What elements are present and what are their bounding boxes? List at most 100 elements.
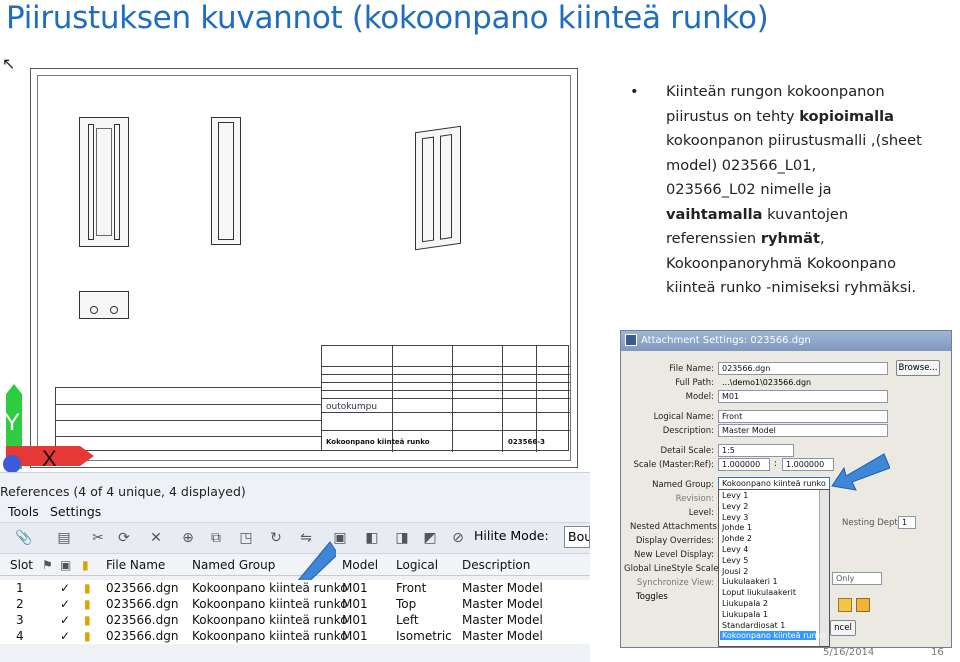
description-label: Description:: [662, 426, 714, 436]
sync-view-select[interactable]: Only: [832, 572, 882, 585]
clip-mask-icon[interactable]: ◧: [362, 528, 382, 548]
hilite-mode-label: Hilite Mode:: [474, 528, 549, 543]
bullet-line: kokoonpanon piirustusmalli ,(sheet: [666, 129, 922, 154]
cell-file: 023566.dgn: [106, 613, 179, 627]
model-label: Model:: [685, 392, 714, 402]
clip-front-icon[interactable]: ◨: [392, 528, 412, 548]
detail-scale-select[interactable]: 1:5: [718, 444, 794, 457]
titleblock-doc: 023566-3: [508, 438, 545, 446]
nesting-depth-field[interactable]: 1: [898, 516, 916, 529]
named-group-option[interactable]: Levy 5: [722, 556, 748, 565]
col-logical[interactable]: Logical: [396, 558, 438, 572]
bullet-line: 023566_L02 nimelle ja: [666, 178, 832, 203]
clip-back-icon[interactable]: ◩: [420, 528, 440, 548]
cad-drawing-area[interactable]: outokumpu Kokoonpano kiinteä runko 02356…: [0, 52, 590, 472]
full-path-value: ...\demo1\023566.dgn: [722, 378, 812, 387]
logical-name-field[interactable]: Front: [718, 410, 888, 423]
bullet-line: piirustus on tehty kopioimalla: [666, 105, 894, 130]
cell-file: 023566.dgn: [106, 629, 179, 643]
col-named-group[interactable]: Named Group: [192, 558, 275, 572]
cell-slot: 2: [16, 597, 24, 611]
cell-file: 023566.dgn: [106, 597, 179, 611]
menu-tools[interactable]: Tools: [8, 504, 39, 519]
scale-icon[interactable]: ◳: [236, 528, 256, 548]
front-view: [79, 117, 129, 247]
named-group-option[interactable]: Levy 4: [722, 545, 748, 554]
copy-icon[interactable]: ⧉: [206, 528, 226, 548]
file-name-field[interactable]: 023566.dgn: [718, 362, 888, 375]
cell-desc: Master Model: [462, 581, 543, 595]
cell-model: M01: [342, 629, 368, 643]
full-path-label: Full Path:: [675, 378, 714, 388]
file-name-label: File Name:: [669, 364, 714, 374]
bullet-text-part: Kiinteän rungon kokoonpanon: [666, 83, 885, 100]
file-icon: ▮: [84, 581, 91, 595]
named-group-option[interactable]: Johde 2: [722, 534, 752, 543]
named-group-option[interactable]: Liukupala 1: [722, 610, 768, 619]
logical-name-label: Logical Name:: [653, 412, 714, 422]
arrow-to-dropdown: [831, 453, 890, 491]
detach-icon[interactable]: ✂: [88, 528, 108, 548]
scale-separator: :: [774, 459, 778, 469]
description-field[interactable]: Master Model: [718, 424, 888, 437]
bullet-emphasis: ryhmät: [760, 230, 820, 247]
cell-slot: 1: [16, 581, 24, 595]
named-group-option[interactable]: Liukupala 2: [722, 599, 768, 608]
menu-settings[interactable]: Settings: [50, 504, 101, 519]
bullet-emphasis: vaihtamalla: [666, 205, 763, 223]
titleblock-company: outokumpu: [326, 402, 378, 412]
named-group-option[interactable]: Liukulaakeri 1: [722, 577, 778, 586]
named-group-option[interactable]: Johde 1: [722, 523, 752, 532]
reload-icon[interactable]: ⟳: [114, 528, 134, 548]
axis-triad-icon: Y X: [3, 384, 94, 472]
top-view: [79, 291, 129, 319]
cell-check: ✓: [60, 629, 71, 643]
title-block: outokumpu Kokoonpano kiinteä runko 02356…: [321, 345, 570, 452]
col-slot[interactable]: Slot: [10, 558, 33, 572]
nesting-depth-label: Nesting Depth:: [842, 518, 906, 528]
scale-label: Scale (Master:Ref):: [633, 460, 714, 470]
bullet-line: kiinteä runko -nimiseksi ryhmäksi.: [666, 276, 916, 301]
cell-logical: Left: [396, 613, 419, 627]
named-group-option[interactable]: Levy 3: [722, 513, 748, 522]
scale-ref-field[interactable]: 1.000000: [782, 458, 834, 471]
dialog-app-icon: [625, 334, 637, 346]
cell-model: M01: [342, 597, 368, 611]
cell-file: 023566.dgn: [106, 581, 179, 595]
model-select[interactable]: M01: [718, 390, 888, 403]
bullet-line: Kiinteän rungon kokoonpanon: [666, 80, 885, 105]
cell-group: Kokoonpano kiinteä runko: [192, 613, 348, 627]
move-icon[interactable]: ⊕: [178, 528, 198, 548]
toggle-bulb-icon[interactable]: [838, 598, 852, 612]
named-group-option[interactable]: Kokoonpano kiinteä runko: [720, 631, 826, 641]
references-title: References (4 of 4 unique, 4 displayed): [0, 484, 246, 499]
named-group-option[interactable]: Loput liukulaakerit: [722, 588, 796, 597]
bullet-text-part: model) 023566_L01,: [666, 156, 817, 174]
browse-button[interactable]: Browse...: [896, 360, 940, 376]
bullet-text-part: kuvantojen: [762, 205, 849, 223]
cell-model: M01: [342, 581, 368, 595]
dropdown-scrollbar[interactable]: [819, 490, 829, 646]
scale-master-field[interactable]: 1.000000: [718, 458, 770, 471]
bullet-text-part: Kokoonpanoryhmä Kokoonpano: [666, 254, 897, 272]
col-file-name[interactable]: File Name: [106, 558, 165, 572]
delete-clip-icon[interactable]: ⊘: [448, 528, 468, 548]
attach-icon[interactable]: 📎: [14, 528, 34, 548]
level-label: Level:: [688, 508, 714, 518]
col-model[interactable]: Model: [342, 558, 378, 572]
bullet-text-part: kokoonpanon piirustusmalli ,(sheet: [666, 132, 922, 149]
axis-x-label: X: [42, 446, 57, 471]
cell-slot: 4: [16, 629, 24, 643]
cancel-button[interactable]: ncel: [830, 620, 856, 636]
named-group-option[interactable]: Levy 2: [722, 502, 748, 511]
col-description[interactable]: Description: [462, 558, 530, 572]
attach-settings-icon[interactable]: ▤: [54, 528, 74, 548]
named-group-option[interactable]: Levy 1: [722, 491, 748, 500]
exchange-icon[interactable]: ✕: [146, 528, 166, 548]
toggle-snap-icon[interactable]: [856, 598, 870, 612]
hilite-mode-select[interactable]: Boundaries: [564, 526, 590, 548]
named-group-option[interactable]: Standardiosat 1: [722, 621, 785, 630]
footer-page-number: 16: [931, 647, 944, 658]
named-group-option[interactable]: Jousi 2: [722, 567, 748, 576]
cell-logical: Isometric: [396, 629, 452, 643]
